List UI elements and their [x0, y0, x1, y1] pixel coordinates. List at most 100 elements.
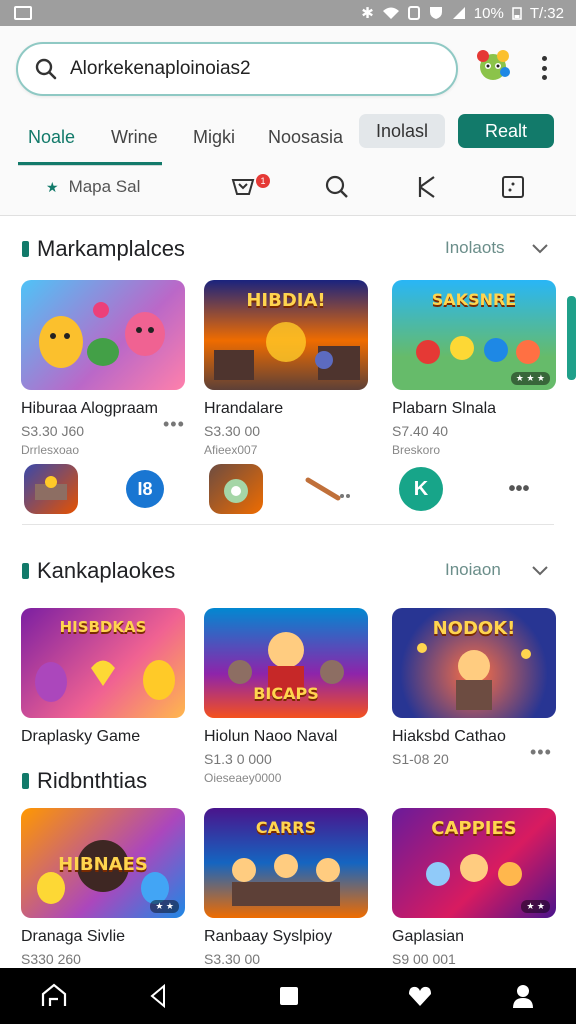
- mini-app-icon[interactable]: [24, 464, 78, 514]
- scrollbar-thumb[interactable]: [567, 296, 576, 380]
- app-card[interactable]: CARRS Ranbaay Syslpioy S3.30 00: [204, 808, 368, 967]
- sort-icon: [418, 176, 435, 198]
- section-title: Markamplalces: [22, 236, 185, 262]
- secondary-chip-button[interactable]: Inolasl: [359, 114, 445, 148]
- overflow-menu-icon[interactable]: [536, 56, 552, 80]
- profile-icon[interactable]: [509, 982, 537, 1010]
- section-title: Kankaplaokes: [22, 558, 175, 584]
- app-name: Draplasky Game: [21, 728, 141, 745]
- app-thumbnail: HIBNAES ★ ★: [21, 808, 185, 918]
- chevron-down-icon[interactable]: [530, 238, 550, 258]
- app-subtitle: Drrlesxoao: [21, 443, 80, 457]
- app-thumbnail: HISBDKAS: [21, 608, 185, 718]
- app-card[interactable]: BICAPS Hiolun Naoo Naval S1.3 0 000 Oies…: [204, 608, 368, 785]
- battery-icon: [512, 7, 522, 20]
- app-thumbnail: CARRS: [204, 808, 368, 918]
- app-price: S3.30 00: [204, 423, 261, 439]
- rating-pill: ★ ★: [150, 900, 179, 913]
- app-price: S3.30 00: [204, 951, 261, 967]
- recents-icon[interactable]: [275, 982, 303, 1010]
- tab-noale[interactable]: Noale: [28, 120, 75, 154]
- heart-icon[interactable]: [406, 982, 434, 1010]
- character-icon: [224, 479, 248, 503]
- section-marker-icon: [22, 773, 29, 789]
- more-apps-icon[interactable]: •••: [492, 464, 546, 514]
- mini-app-icon[interactable]: [300, 464, 354, 514]
- app-subtitle: Breskoro: [392, 443, 441, 457]
- notification-badge: 1: [256, 174, 270, 188]
- mini-app-logo: K: [399, 467, 443, 511]
- search-bar[interactable]: Alorkekenaploinoias2: [16, 42, 458, 96]
- app-thumbnail: BICAPS: [204, 608, 368, 718]
- app-name: Hrandalare: [204, 400, 284, 417]
- primary-chip-button[interactable]: Realt: [458, 114, 554, 148]
- notification-icon: [14, 6, 32, 20]
- app-art-title: BICAPS: [253, 684, 319, 703]
- app-price: S3.30 J60: [21, 423, 85, 439]
- inbox-icon: [231, 179, 255, 195]
- magnifier-icon: [325, 175, 348, 198]
- home-icon[interactable]: [40, 982, 68, 1010]
- section-kankaplaokes: Kankaplaokes Inoiaon HISBDKAS Draplasky …: [0, 550, 576, 785]
- section-marker-icon: [22, 563, 29, 579]
- app-card[interactable]: HIBDIA! Hrandalare S3.30 00 Afieex007: [204, 280, 368, 457]
- signal-icon: [452, 7, 465, 19]
- mini-app-logo: I8: [126, 470, 164, 508]
- mini-app-icon[interactable]: K: [394, 464, 448, 514]
- sort-button[interactable]: [414, 170, 440, 204]
- section-title: Ridbnthtias: [22, 768, 147, 794]
- app-thumbnail: NODOK!: [392, 608, 556, 718]
- divider: [22, 524, 554, 525]
- app-thumbnail: SAKSNRE ★ ★ ★: [392, 280, 556, 390]
- app-card[interactable]: SAKSNRE ★ ★ ★ Plabarn Slnala S7.40 40 Br…: [392, 280, 556, 457]
- app-subtitle: Afieex007: [204, 443, 258, 457]
- scan-button[interactable]: [500, 170, 526, 204]
- section-more-link[interactable]: Inolaots: [445, 238, 505, 258]
- scan-icon: [502, 176, 524, 198]
- tab-wrine[interactable]: Wrine: [111, 120, 158, 154]
- game-art-image: [214, 322, 360, 380]
- star-icon: ★: [46, 178, 59, 195]
- tab-noosasia[interactable]: Noosasia: [268, 120, 343, 154]
- bluetooth-icon: ✱: [361, 5, 374, 22]
- back-icon[interactable]: [144, 982, 172, 1010]
- stick-icon: [305, 477, 350, 501]
- app-thumbnail: [21, 280, 185, 390]
- search-input[interactable]: Alorkekenaploinoias2: [70, 58, 251, 80]
- rating-pill: ★ ★ ★: [510, 372, 550, 385]
- inbox-button[interactable]: [230, 170, 256, 204]
- search-icon: [35, 58, 57, 80]
- location-filter[interactable]: ★ Mapa Sal: [46, 170, 140, 204]
- tab-migki[interactable]: Migki: [193, 120, 235, 154]
- app-card[interactable]: HIBNAES ★ ★ Dranaga Sivlie S330 260: [21, 808, 185, 967]
- app-name: Ranbaay Syslpioy: [204, 928, 333, 945]
- rating-pill: ★ ★: [521, 900, 550, 913]
- app-name: Gaplasian: [392, 928, 465, 945]
- app-logo-icon[interactable]: [474, 46, 512, 84]
- app-card[interactable]: HISBDKAS Draplasky Game: [21, 608, 185, 746]
- app-card[interactable]: Hiburaa Alogpraam S3.30 J60 Drrlesxoao: [21, 280, 185, 457]
- app-card[interactable]: CAPPIES ★ ★ Gaplasian S9 00 001: [392, 808, 556, 967]
- mini-app-icon[interactable]: [209, 464, 263, 514]
- app-bar: Alorkekenaploinoias2 Noale Wrine Migki N…: [0, 26, 576, 216]
- game-art-image: [232, 854, 340, 906]
- section-ridbnthtias: Ridbnthtias HIBNAES ★ ★ Dranaga Sivlie S…: [0, 764, 576, 968]
- section-more-link[interactable]: Inoiaon: [445, 560, 501, 580]
- app-name: Plabarn Slnala: [392, 400, 497, 417]
- app-price: S7.40 40: [392, 423, 449, 439]
- section-marker-icon: [22, 241, 29, 257]
- mini-app-row: I8 K •••: [0, 460, 576, 516]
- game-art-image: [417, 643, 531, 710]
- search-filter-button[interactable]: [324, 170, 350, 204]
- location-label: Mapa Sal: [68, 177, 141, 196]
- battery-percent: 10%: [473, 4, 504, 22]
- nfc-icon: [407, 6, 420, 20]
- mini-app-icon[interactable]: I8: [118, 464, 172, 514]
- card-more-icon[interactable]: •••: [530, 742, 552, 763]
- status-bar: ✱ 10% T/:32: [0, 0, 576, 26]
- game-art-image: [35, 660, 175, 702]
- game-art-image: [39, 302, 165, 368]
- shield-icon: [429, 7, 442, 19]
- chevron-down-icon[interactable]: [530, 560, 550, 580]
- card-more-icon[interactable]: •••: [163, 414, 185, 435]
